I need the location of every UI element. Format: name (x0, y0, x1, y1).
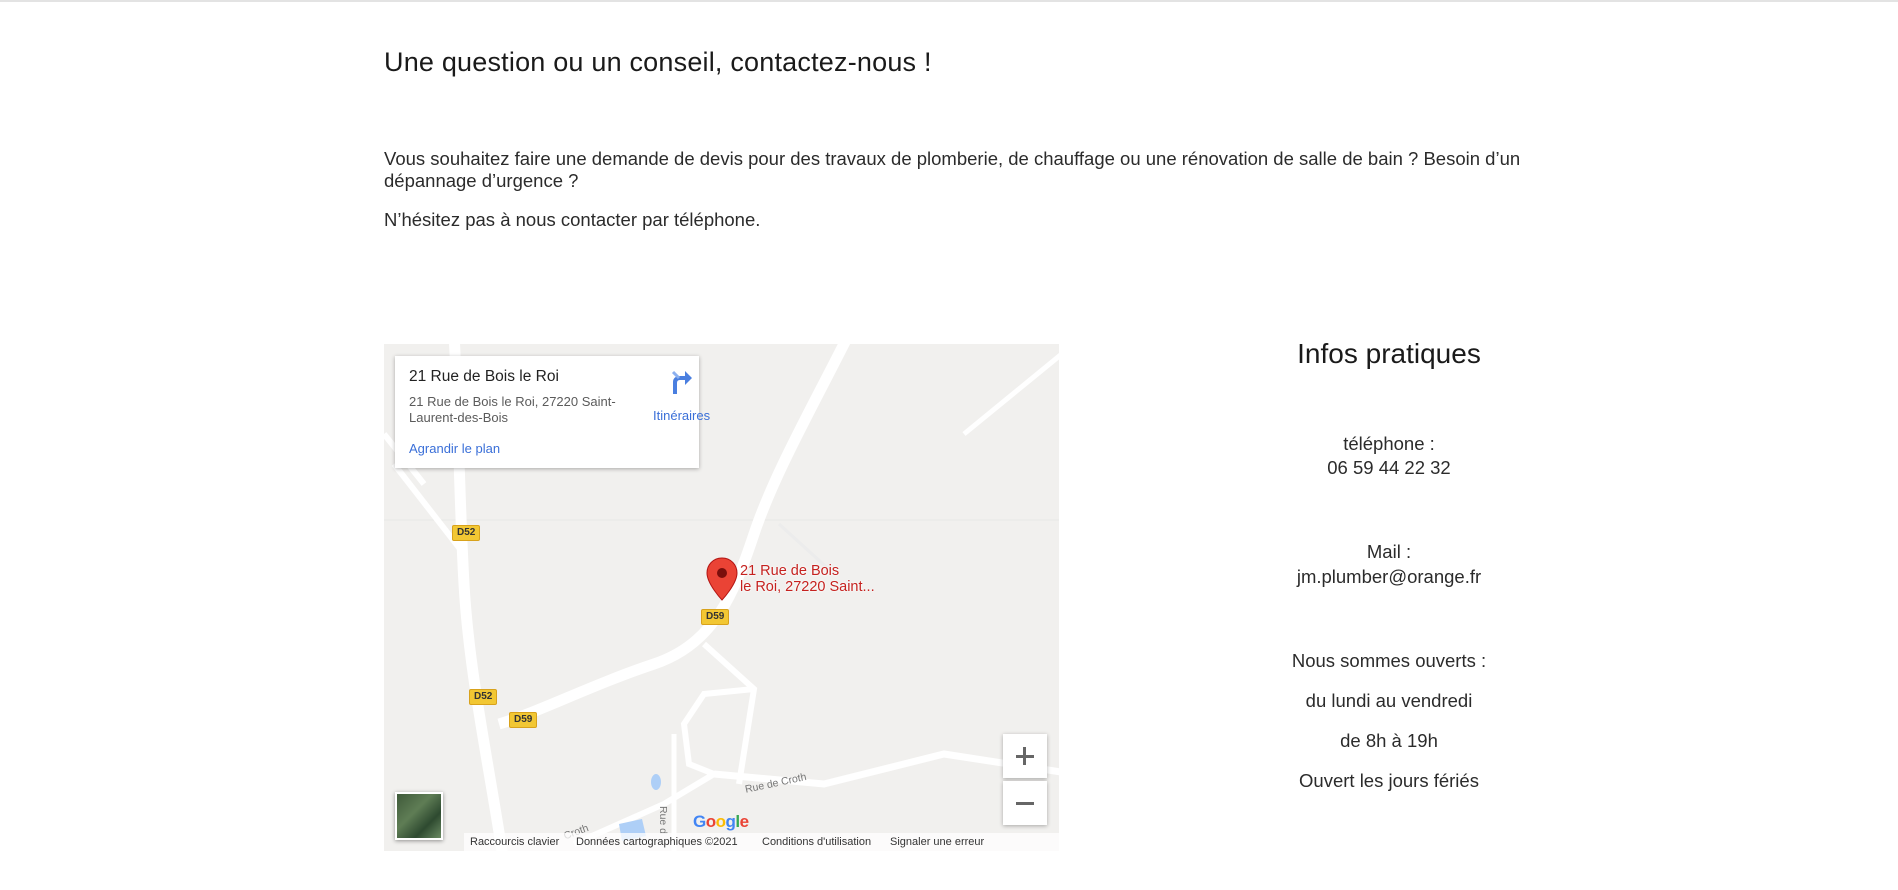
directions-icon (671, 370, 692, 394)
google-map[interactable]: D52 D52 D59 D59 Rue de Croth Rue d Croth… (384, 344, 1059, 851)
intro-text: Vous souhaitez faire une demande de devi… (384, 148, 1521, 191)
opening-days: du lundi au vendredi (1305, 690, 1473, 711)
opening-label: Nous sommes ouverts : (1291, 650, 1487, 671)
enlarge-map-link[interactable]: Agrandir le plan (409, 441, 500, 456)
cta-text: N’hésitez pas à nous contacter par télép… (384, 209, 761, 230)
marker-label: 21 Rue de Bois le Roi, 27220 Saint... (740, 563, 875, 595)
directions-label[interactable]: Itinéraires (653, 408, 710, 423)
map-footer: Raccourcis clavier Données cartographiqu… (464, 833, 1059, 851)
google-logo: Google (693, 812, 749, 831)
zoom-in-button[interactable] (1003, 734, 1047, 778)
map-marker-icon[interactable] (706, 557, 738, 601)
road-shield-d59: D59 (701, 609, 730, 625)
road-shield-d59: D59 (509, 712, 538, 728)
street-label: Rue d (657, 806, 669, 835)
terms-link[interactable]: Conditions d'utilisation (762, 833, 871, 851)
phone-number[interactable]: 06 59 44 22 32 (1239, 457, 1539, 479)
opening-hours: de 8h à 19h (1340, 730, 1438, 751)
report-error-link[interactable]: Signaler une erreur cartographique (890, 833, 1059, 851)
map-info-card: 21 Rue de Bois le Roi 21 Rue de Bois le … (395, 356, 710, 468)
holidays-note: Ouvert les jours fériés (1299, 770, 1479, 791)
road-shield-d52: D52 (469, 689, 498, 705)
contact-section: Une question ou un conseil, contactez-no… (384, 0, 1520, 890)
keyboard-shortcuts-link[interactable]: Raccourcis clavier (470, 833, 559, 851)
phone-label: téléphone : (1343, 433, 1435, 454)
place-title: 21 Rue de Bois le Roi (409, 368, 559, 385)
minus-icon (1016, 802, 1034, 805)
mail-label: Mail : (1366, 541, 1412, 562)
place-address: 21 Rue de Bois le Roi, 27220 Saint-Laure… (409, 394, 616, 425)
satellite-toggle-button[interactable] (395, 792, 443, 840)
road-shield-d52: D52 (452, 525, 481, 541)
zoom-out-button[interactable] (1003, 781, 1047, 825)
page-title: Une question ou un conseil, contactez-no… (384, 47, 932, 77)
info-title: Infos pratiques (1297, 338, 1481, 369)
map-data-credit: Données cartographiques ©2021 (576, 836, 738, 848)
mail-address[interactable]: jm.plumber@orange.fr (1239, 566, 1539, 588)
